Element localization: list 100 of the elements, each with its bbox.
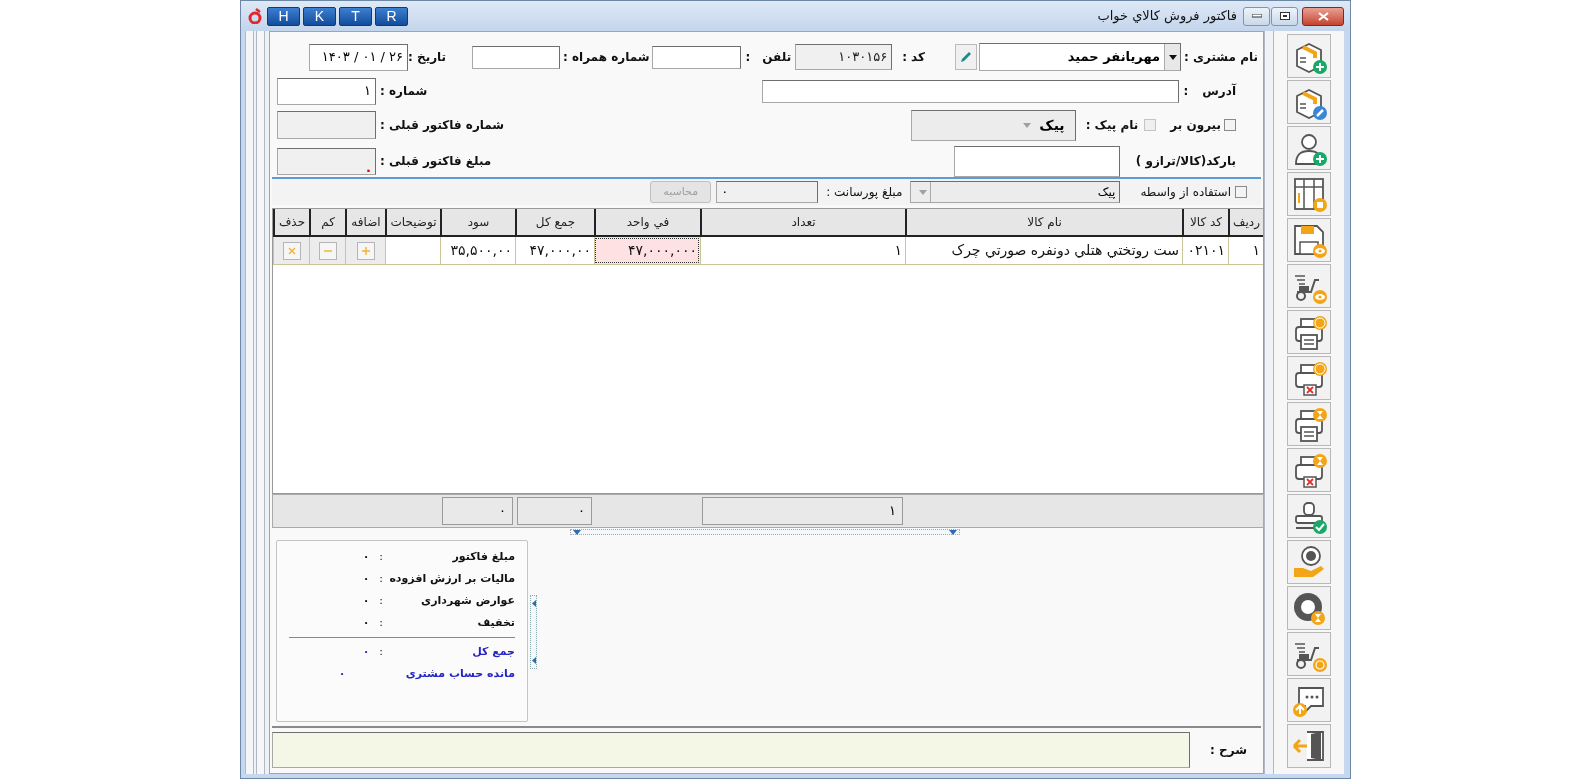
column-header[interactable]: توضیحات: [385, 209, 440, 235]
toolbar-button[interactable]: [1287, 632, 1331, 676]
splitter-handle[interactable]: [530, 595, 537, 669]
collapse-arrow-icon: [531, 600, 536, 607]
toolbar-button[interactable]: [1287, 494, 1331, 538]
colon-text: :: [378, 643, 384, 660]
coin-hourglass-icon: [1291, 590, 1327, 626]
toolbar-button[interactable]: [1287, 586, 1331, 630]
field-value: پیک: [1039, 115, 1065, 135]
input-field[interactable]: ۱۰۳۰۱۵۶: [795, 44, 893, 70]
field-label: نام مشتری :: [1184, 49, 1258, 66]
floppy-eye-icon: [1291, 222, 1327, 258]
dropdown-button[interactable]: [1164, 44, 1181, 70]
collapse-arrow-icon: [531, 657, 536, 664]
input-field[interactable]: .: [277, 147, 376, 175]
dropdown-arrow-icon: [1023, 122, 1032, 128]
table-cell: ۴۷,۰۰۰,۰۰۰: [594, 237, 700, 264]
toolbar-button[interactable]: [1287, 172, 1331, 216]
dropdown-arrow-icon: [573, 530, 581, 535]
shortcut-button[interactable]: R: [375, 6, 408, 26]
summary-label: مالیات بر ارزش افزوده: [388, 570, 515, 587]
column-header[interactable]: نام کالا: [905, 209, 1182, 235]
field-label: شماره همراه :: [562, 49, 650, 66]
restore-icon: [1279, 12, 1290, 20]
table-cell: ۱: [1228, 237, 1263, 264]
shortcut-button[interactable]: K: [303, 6, 336, 26]
field-value: .: [366, 161, 371, 174]
edit-button[interactable]: [955, 44, 978, 70]
summary-label: جمع کل: [471, 643, 515, 660]
summary-value: ۰: [361, 570, 371, 587]
shortcut-button[interactable]: T: [339, 6, 372, 26]
field-label: شرح :: [1210, 742, 1247, 759]
toolbar-button[interactable]: [1287, 678, 1331, 722]
field-label: بیرون بر: [1170, 117, 1221, 134]
input-field[interactable]: [652, 45, 742, 69]
column-header[interactable]: اضافه: [345, 209, 385, 235]
summary-value: ۰: [361, 614, 371, 631]
input-field[interactable]: مهریانفر حمید: [979, 43, 1182, 71]
total-field: ۰: [517, 497, 592, 525]
table-cell: ۴۷,۰۰۰,۰۰: [515, 237, 594, 264]
ledger-save-icon: [1291, 176, 1327, 212]
toolbar-button[interactable]: [1287, 402, 1331, 446]
toolbar-button[interactable]: [1287, 34, 1331, 78]
plus-icon: [359, 244, 372, 257]
field-value: پیک: [1097, 184, 1116, 201]
input-field[interactable]: [762, 79, 1180, 103]
toolbar-button[interactable]: [1287, 724, 1331, 768]
field-label: نام پیک :: [1085, 117, 1139, 134]
toolbar-button[interactable]: [1287, 540, 1331, 584]
field-label: مبلغ پورسانت :: [826, 184, 903, 201]
restore-button[interactable]: [1271, 6, 1298, 26]
dropdown-arrow-icon: [1168, 54, 1177, 60]
field-label: :: [1183, 83, 1189, 100]
field-label: :: [745, 49, 751, 66]
input-field[interactable]: [953, 145, 1120, 177]
field-label: استفاده از واسطه: [1140, 184, 1231, 201]
toolbar-button[interactable]: [1287, 218, 1331, 262]
column-header[interactable]: سود: [440, 209, 515, 235]
toolbar-button[interactable]: [1287, 80, 1331, 124]
field-label: تلفن: [762, 49, 792, 66]
app-logo-icon: [247, 8, 263, 24]
table-cell: ست روتختي هتلي دونفره صورتي چرک: [905, 237, 1182, 264]
column-header[interactable]: جمع کل: [515, 209, 594, 235]
input-field[interactable]: [272, 732, 1191, 768]
field-label: کد :: [902, 49, 926, 66]
toolbar-button[interactable]: [1287, 310, 1331, 354]
checkbox[interactable]: [1235, 186, 1247, 198]
field-label: تاریخ :: [408, 49, 447, 66]
summary-label: مبلغ فاکتور: [451, 548, 515, 565]
summary-value: ۰: [361, 592, 371, 609]
table-cell: ۳۵,۵۰۰,۰۰: [440, 237, 515, 264]
column-header[interactable]: تعداد: [700, 209, 905, 235]
colon-text: :: [378, 592, 384, 609]
column-header[interactable]: کم: [309, 209, 345, 235]
summary-value: ۰: [361, 548, 371, 565]
toolbar-button[interactable]: [1287, 356, 1331, 400]
toolbar-button[interactable]: [1287, 264, 1331, 308]
pencil-icon: [960, 51, 973, 63]
input-field[interactable]: ۱: [277, 77, 376, 105]
shortcut-button[interactable]: H: [267, 6, 300, 26]
close-button[interactable]: [1302, 6, 1344, 26]
dropdown-arrow-icon: [949, 530, 957, 535]
hand-coin-icon: [1291, 544, 1327, 580]
input-field[interactable]: ۰: [716, 181, 819, 203]
splitter-handle[interactable]: [570, 529, 960, 535]
column-header[interactable]: حذف: [273, 209, 309, 235]
input-field[interactable]: [471, 45, 560, 69]
input-field[interactable]: ۱۴۰۳ / ۰۱ / ۲۶: [309, 43, 408, 71]
exit-door-icon: [1291, 728, 1327, 764]
column-header[interactable]: کد کالا: [1182, 209, 1228, 235]
input-field[interactable]: پیک: [910, 181, 1121, 203]
total-field: ۰: [442, 497, 513, 525]
input-field[interactable]: [277, 111, 376, 139]
toolbar-button[interactable]: [1287, 448, 1331, 492]
field-value: مهریانفر حمید: [1066, 48, 1162, 67]
dropdown-arrow-icon: [918, 189, 927, 195]
column-header[interactable]: في واحد: [594, 209, 700, 235]
toolbar-button[interactable]: [1287, 126, 1331, 170]
checkbox[interactable]: [1224, 119, 1236, 131]
column-header[interactable]: ردیف: [1228, 209, 1263, 235]
